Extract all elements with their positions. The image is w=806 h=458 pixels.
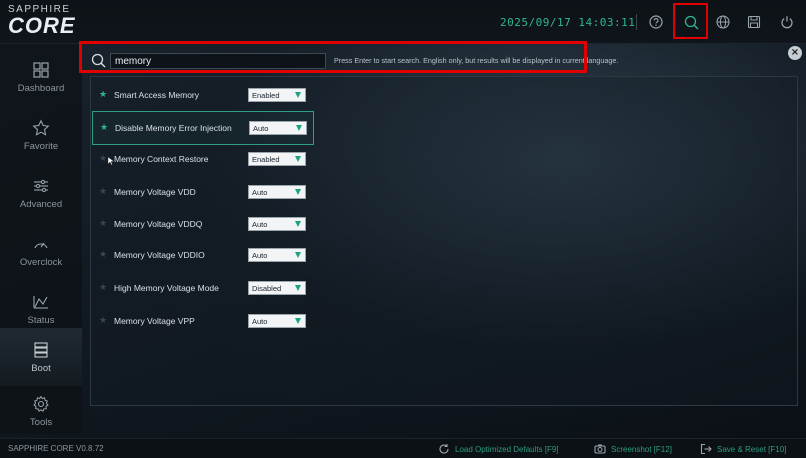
sidebar-item-favorite[interactable]: Favorite <box>0 106 82 164</box>
status-bar: SAPPHIRE CORE V0.8.72 Load Optimized Def… <box>0 438 806 458</box>
result-row[interactable]: ★ Smart Access Memory Enabled <box>96 86 316 106</box>
setting-dropdown[interactable]: Auto <box>248 185 306 199</box>
setting-value: Auto <box>253 124 269 133</box>
mouse-cursor-icon <box>108 157 114 165</box>
sidebar-label-dashboard: Dashboard <box>17 82 65 94</box>
setting-value: Auto <box>252 188 268 197</box>
brand-logo: SAPPHIRE CORE <box>8 4 76 37</box>
setting-dropdown[interactable]: Auto <box>248 217 306 231</box>
setting-name: Smart Access Memory <box>114 90 200 100</box>
app-window: SAPPHIRE CORE 2025/09/17 14:03:11 Dashbo… <box>0 0 806 458</box>
datetime-display: 2025/09/17 14:03:11 <box>500 16 636 29</box>
result-row[interactable]: ★ Memory Voltage VDDIO Auto <box>96 246 316 266</box>
dropdown-arrow-icon <box>295 92 301 98</box>
favorite-star-icon[interactable]: ★ <box>99 154 107 164</box>
help-icon[interactable] <box>646 12 666 32</box>
globe-icon[interactable] <box>713 12 733 32</box>
dropdown-arrow-icon <box>295 189 301 195</box>
setting-value: Auto <box>252 251 268 260</box>
favorite-star-icon[interactable]: ★ <box>99 90 107 100</box>
boot-icon <box>34 341 48 358</box>
setting-value: Disabled <box>252 284 282 293</box>
setting-dropdown[interactable]: Auto <box>248 248 306 262</box>
setting-dropdown[interactable]: Auto <box>248 314 306 328</box>
favorite-star-icon[interactable]: ★ <box>99 316 107 326</box>
search-icon-highlight <box>673 3 708 39</box>
result-row[interactable]: ★ High Memory Voltage Mode Disabled <box>96 279 316 299</box>
dashboard-icon <box>33 61 49 78</box>
sidebar-item-boot[interactable]: Boot <box>0 328 82 386</box>
dropdown-arrow-icon <box>295 221 301 227</box>
setting-dropdown[interactable]: Auto <box>249 121 307 135</box>
setting-name: Memory Voltage VDD <box>114 187 196 197</box>
favorite-star-icon[interactable]: ★ <box>100 123 108 133</box>
sidebar-label-overclock: Overclock <box>19 256 63 268</box>
gear-icon <box>33 395 49 412</box>
result-row[interactable]: ★ Memory Context Restore Enabled <box>96 150 316 170</box>
result-row[interactable]: ★ Memory Voltage VDDQ Auto <box>96 215 316 235</box>
exit-icon <box>700 443 712 455</box>
load-defaults-button[interactable]: Load Optimized Defaults [F9] <box>438 442 559 456</box>
sidebar-item-tools[interactable]: Tools <box>0 386 82 436</box>
setting-value: Enabled <box>252 91 280 100</box>
setting-name: Disable Memory Error Injection <box>115 123 232 133</box>
result-row[interactable]: ★ Memory Voltage VDD Auto <box>96 183 316 203</box>
dropdown-arrow-icon <box>296 125 302 131</box>
sidebar-label-status: Status <box>27 314 55 326</box>
sidebar-label-tools: Tools <box>29 416 53 428</box>
sliders-icon <box>34 179 48 192</box>
favorite-star-icon[interactable]: ★ <box>99 187 107 197</box>
sidebar-label-favorite: Favorite <box>23 140 59 152</box>
top-bar: SAPPHIRE CORE 2025/09/17 14:03:11 <box>0 0 806 44</box>
setting-name: Memory Voltage VPP <box>114 316 195 326</box>
sidebar-item-dashboard[interactable]: Dashboard <box>0 48 82 106</box>
star-outline-icon <box>32 119 50 136</box>
setting-dropdown[interactable]: Enabled <box>248 152 306 166</box>
top-divider <box>636 14 637 30</box>
favorite-star-icon[interactable]: ★ <box>99 250 107 260</box>
version-label: SAPPHIRE CORE V0.8.72 <box>8 444 104 453</box>
setting-name: Memory Context Restore <box>114 154 209 164</box>
setting-value: Enabled <box>252 155 280 164</box>
close-search-button[interactable]: × <box>788 46 802 60</box>
favorite-star-icon[interactable]: ★ <box>99 283 107 293</box>
camera-icon <box>594 444 606 454</box>
load-defaults-label: Load Optimized Defaults [F9] <box>455 444 559 454</box>
setting-dropdown[interactable]: Disabled <box>248 281 306 295</box>
search-bar-highlight <box>79 41 587 73</box>
sidebar-item-overclock[interactable]: Overclock <box>0 222 82 280</box>
sidebar: Dashboard Favorite Advanced Overclock St… <box>0 44 82 434</box>
dropdown-arrow-icon <box>295 252 301 258</box>
setting-value: Auto <box>252 317 268 326</box>
result-row[interactable]: ★ Memory Voltage VPP Auto <box>96 312 316 332</box>
setting-name: High Memory Voltage Mode <box>114 283 219 293</box>
chart-icon <box>33 295 48 309</box>
refresh-icon <box>439 444 449 454</box>
dropdown-arrow-icon <box>295 156 301 162</box>
dropdown-arrow-icon <box>295 318 301 324</box>
dropdown-arrow-icon <box>295 285 301 291</box>
gauge-icon <box>34 242 48 248</box>
screenshot-button[interactable]: Screenshot [F12] <box>594 442 672 456</box>
screenshot-label: Screenshot [F12] <box>611 444 672 454</box>
sidebar-label-advanced: Advanced <box>19 198 63 210</box>
setting-name: Memory Voltage VDDIO <box>114 250 205 260</box>
setting-value: Auto <box>252 220 268 229</box>
brand-title: CORE <box>8 13 76 38</box>
power-icon[interactable] <box>777 12 797 32</box>
save-icon[interactable] <box>744 12 764 32</box>
result-row[interactable]: ★ Disable Memory Error Injection Auto <box>92 111 314 145</box>
setting-dropdown[interactable]: Enabled <box>248 88 306 102</box>
save-reset-button[interactable]: Save & Reset [F10] <box>700 442 786 456</box>
sidebar-item-advanced[interactable]: Advanced <box>0 164 82 222</box>
save-reset-label: Save & Reset [F10] <box>717 444 787 454</box>
setting-name: Memory Voltage VDDQ <box>114 219 203 229</box>
sidebar-label-boot: Boot <box>31 362 51 374</box>
favorite-star-icon[interactable]: ★ <box>99 219 107 229</box>
